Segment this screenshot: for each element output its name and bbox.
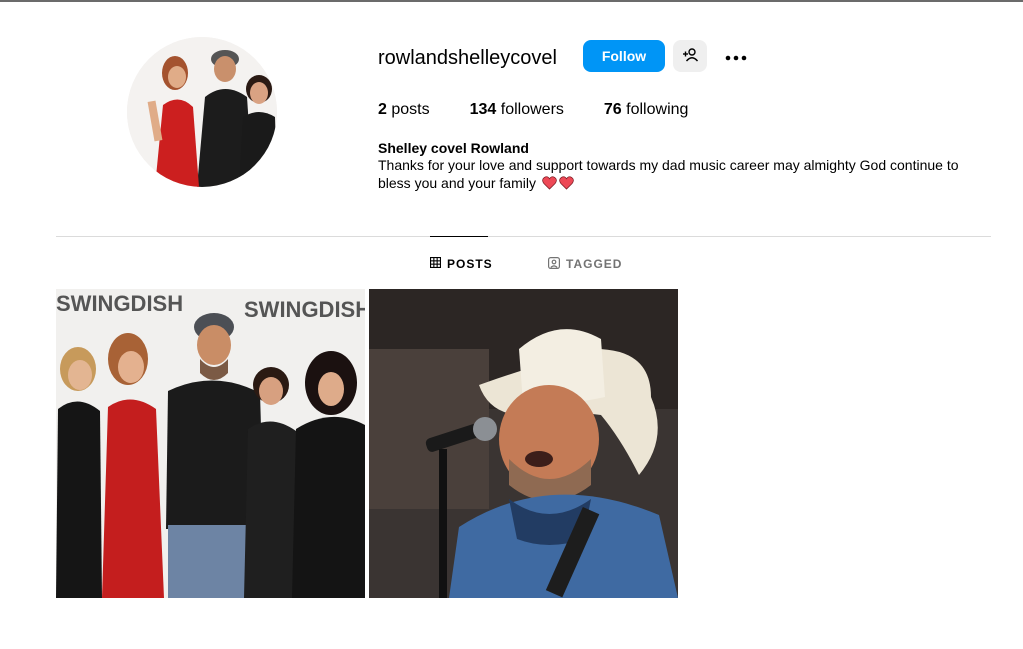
posts-count: 2 — [378, 101, 387, 118]
following-label: following — [626, 101, 689, 118]
followers-link[interactable]: 134 followers — [470, 100, 564, 120]
post-thumbnail[interactable]: SWINGDISH SWINGDISH — [56, 289, 365, 598]
post-backdrop-text: SWINGDISH — [244, 297, 365, 322]
tab-tagged-label: TAGGED — [566, 257, 623, 271]
profile-username: rowlandshelleycovel — [378, 47, 557, 69]
follow-button[interactable]: Follow — [583, 40, 665, 72]
grid-icon — [430, 257, 442, 271]
heart-icon — [559, 176, 574, 190]
window-top-border — [0, 0, 1023, 2]
posts-count-stat[interactable]: 2 posts — [378, 100, 430, 120]
bio-text: Thanks for your love and support towards… — [378, 157, 959, 191]
following-link[interactable]: 76 following — [604, 100, 689, 120]
active-tab-indicator — [430, 236, 488, 237]
tabs-divider — [56, 236, 991, 237]
profile-stats: 2 posts 134 followers 76 following — [378, 100, 728, 120]
post-thumbnail[interactable] — [369, 289, 678, 598]
tab-posts[interactable]: POSTS — [430, 256, 493, 272]
post-backdrop-text: SWINGDISH — [56, 291, 183, 316]
tab-posts-label: POSTS — [447, 257, 493, 271]
add-user-icon — [682, 47, 699, 66]
suggested-users-button[interactable] — [673, 40, 707, 72]
following-count: 76 — [603, 101, 622, 118]
followers-count: 134 — [469, 101, 497, 118]
profile-bio: Thanks for your love and support towards… — [378, 156, 978, 192]
followers-label: followers — [500, 101, 564, 118]
more-icon — [725, 49, 747, 64]
profile-avatar[interactable] — [127, 37, 277, 187]
tab-tagged[interactable]: TAGGED — [548, 256, 622, 272]
heart-icon — [542, 176, 557, 190]
posts-label: posts — [391, 101, 430, 118]
profile-display-name: Shelley covel Rowland — [378, 140, 529, 156]
tagged-icon — [548, 256, 561, 272]
more-options-button[interactable] — [720, 40, 752, 72]
